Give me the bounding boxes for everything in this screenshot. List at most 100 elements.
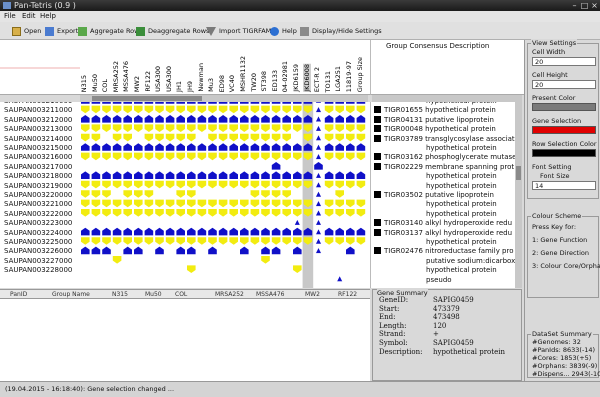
gene-cell-reverse[interactable] — [165, 209, 175, 217]
gene-cell-selected[interactable] — [315, 143, 322, 151]
gene-cell-forward[interactable] — [293, 102, 302, 104]
gene-cell-reverse[interactable] — [155, 133, 164, 142]
bottom-column-header[interactable]: N315 — [112, 291, 128, 298]
gene-cell-forward[interactable] — [123, 102, 132, 104]
help-button[interactable]: Help — [270, 25, 297, 37]
gene-cell-reverse[interactable] — [271, 124, 281, 132]
gene-cell-reverse[interactable] — [197, 199, 207, 208]
column-header[interactable]: ED133 — [271, 70, 279, 92]
gene-cell-forward[interactable] — [271, 102, 281, 104]
gene-cell-reverse[interactable] — [102, 152, 111, 161]
gene-cell-reverse[interactable] — [218, 180, 228, 189]
column-header[interactable]: N315 — [80, 75, 88, 92]
gene-cell-reverse[interactable] — [102, 237, 111, 245]
gene-cell-reverse[interactable] — [165, 180, 175, 189]
gene-cell-reverse[interactable] — [356, 180, 366, 189]
gene-cell-selected[interactable] — [315, 133, 322, 141]
bottom-column-header[interactable]: COL — [175, 291, 187, 298]
gene-cell-reverse[interactable] — [250, 190, 260, 198]
gene-cell-reverse[interactable] — [282, 199, 291, 208]
description-row[interactable]: putative sodium:dicarbox — [374, 257, 515, 265]
gene-cell-forward[interactable] — [346, 143, 355, 151]
gene-cell-forward[interactable] — [176, 171, 185, 179]
gene-cell-forward[interactable] — [197, 102, 207, 104]
gene-cell-reverse[interactable] — [134, 209, 143, 217]
bottom-column-header[interactable]: MW2 — [305, 291, 320, 298]
gene-cell-reverse[interactable] — [165, 133, 175, 142]
gene-cell-reverse[interactable] — [187, 133, 196, 142]
gene-cell-forward[interactable] — [197, 227, 207, 236]
gene-cell-forward[interactable] — [335, 227, 344, 236]
gene-cell-forward[interactable] — [81, 227, 90, 236]
gene-cell-reverse[interactable] — [155, 105, 164, 114]
gene-cell-forward[interactable] — [271, 143, 281, 151]
bottom-column-header[interactable]: MRSA252 — [215, 291, 244, 298]
gene-cell-reverse[interactable] — [91, 152, 101, 161]
gene-cell-reverse[interactable] — [112, 152, 122, 161]
gene-cell-reverse[interactable] — [240, 105, 249, 114]
gene-cell-reverse[interactable] — [335, 180, 344, 189]
gene-cell-forward[interactable] — [112, 171, 122, 179]
import-tigrfams-button[interactable]: Import TIGRFAMs — [206, 25, 275, 37]
gene-cell-reverse[interactable] — [197, 152, 207, 161]
gene-cell-forward[interactable] — [293, 227, 302, 236]
gene-cell-reverse[interactable] — [240, 209, 249, 217]
gene-cell-forward[interactable] — [81, 115, 90, 123]
gene-cell-forward[interactable] — [282, 227, 291, 236]
gene-cell-reverse[interactable] — [324, 209, 334, 217]
gene-cell-forward[interactable] — [155, 246, 164, 255]
description-row[interactable]: TIGR03137 alkyl hydroperoxide redu — [374, 228, 512, 237]
row-label[interactable]: SAUPAN003218000 — [4, 172, 72, 180]
column-header[interactable]: ECT-R 2 — [313, 67, 321, 92]
gene-cell-reverse[interactable] — [176, 190, 185, 198]
gene-cell-reverse[interactable] — [324, 124, 334, 132]
menu-edit[interactable]: Edit — [22, 12, 36, 20]
gene-cell-reverse[interactable] — [324, 105, 334, 114]
gene-cell-reverse[interactable] — [176, 105, 185, 114]
gene-cell-reverse[interactable] — [346, 133, 355, 142]
gene-cell-forward[interactable] — [261, 115, 270, 123]
gene-cell-forward[interactable] — [81, 246, 90, 255]
gene-cell-reverse[interactable] — [144, 180, 154, 189]
gene-cell-reverse[interactable] — [282, 190, 291, 198]
gene-cell-reverse[interactable] — [324, 237, 334, 245]
gene-cell-reverse[interactable] — [112, 124, 122, 132]
gene-cell-forward[interactable] — [197, 171, 207, 179]
gene-cell-reverse[interactable] — [240, 180, 249, 189]
gene-cell-forward[interactable] — [303, 102, 313, 104]
column-header[interactable]: MSSA476 — [122, 61, 130, 92]
gene-cell-selected[interactable] — [315, 102, 322, 104]
gene-cell-reverse[interactable] — [165, 124, 175, 132]
gene-cell-forward[interactable] — [271, 227, 281, 236]
column-header[interactable]: MSHR1132 — [239, 56, 247, 92]
gene-cell-forward[interactable] — [187, 171, 196, 179]
row-label[interactable]: SAUPAN003211000 — [4, 106, 72, 114]
column-header[interactable]: MRSA252 — [112, 61, 120, 92]
desc-horizontal-scrollbar[interactable] — [372, 95, 522, 102]
gene-cell-reverse[interactable] — [134, 199, 143, 208]
gene-cell-selected[interactable] — [315, 124, 322, 132]
row-label[interactable]: SAUPAN003225000 — [4, 238, 72, 246]
description-row[interactable]: TIGR03789 transglycosylase associat — [374, 134, 515, 143]
gene-cell-reverse[interactable] — [208, 237, 217, 245]
gene-cell-reverse[interactable] — [335, 105, 344, 114]
gene-cell-reverse[interactable] — [144, 152, 154, 161]
gene-cell-reverse[interactable] — [155, 152, 164, 161]
gene-cell-reverse[interactable] — [240, 133, 249, 142]
gene-cell-reverse[interactable] — [261, 256, 270, 264]
gene-cell-reverse[interactable] — [134, 152, 143, 161]
gene-cell-reverse[interactable] — [240, 152, 249, 161]
gene-cell-forward[interactable] — [218, 227, 228, 236]
gene-cell-forward[interactable] — [282, 102, 291, 104]
row-selection-color-swatch[interactable] — [532, 149, 596, 157]
gene-cell-forward[interactable] — [240, 227, 249, 236]
scrollbar-thumb[interactable] — [516, 166, 521, 180]
gene-cell-reverse[interactable] — [123, 133, 132, 142]
gene-cell-forward[interactable] — [134, 227, 143, 236]
gene-cell-forward[interactable] — [91, 102, 101, 104]
gene-cell-reverse[interactable] — [335, 190, 344, 198]
description-row[interactable]: hypothetical protein — [374, 238, 497, 246]
gene-cell-forward[interactable] — [324, 143, 334, 151]
gene-cell-forward[interactable] — [134, 102, 143, 104]
gene-cell-reverse[interactable] — [250, 199, 260, 208]
